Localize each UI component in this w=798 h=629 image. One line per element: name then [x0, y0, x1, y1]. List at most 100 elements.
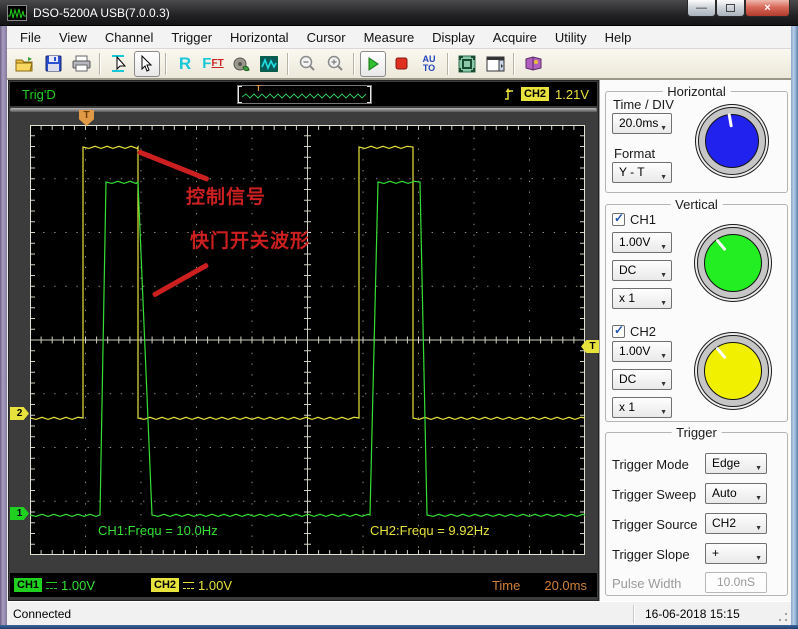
start-button[interactable]: [360, 50, 386, 77]
ch1-badge[interactable]: CH1: [14, 578, 43, 592]
ch1-enable-row: CH1: [612, 211, 657, 227]
stop-button[interactable]: [388, 51, 414, 77]
ch1-volts-select[interactable]: 1.00V: [612, 232, 672, 257]
r-icon: R: [178, 53, 192, 73]
time-div-select[interactable]: 20.0ms: [612, 113, 672, 138]
waveform-preview[interactable]: T: [237, 84, 372, 104]
preview-bracket-left: [238, 86, 242, 103]
minimize-button[interactable]: —: [687, 0, 716, 17]
trigger-sweep-select[interactable]: Auto: [705, 483, 767, 508]
ch1-volts-per-div: 1.00V: [61, 577, 95, 593]
menu-utility[interactable]: Utility: [546, 27, 596, 48]
pointer-button[interactable]: [134, 50, 160, 77]
ch2-badge[interactable]: CH2: [151, 578, 180, 592]
resize-grip[interactable]: [778, 612, 788, 622]
ch2-position-knob[interactable]: [697, 335, 769, 407]
trigger-sweep-label: Trigger Sweep: [612, 487, 697, 502]
save-floppy-icon: [45, 55, 61, 72]
menu-display[interactable]: Display: [423, 27, 484, 48]
trigger-mode-label: Trigger Mode: [612, 457, 689, 472]
waveform-screen-icon: [260, 55, 278, 72]
r-mode-button[interactable]: R: [172, 51, 198, 77]
save-button[interactable]: [40, 51, 66, 77]
pulse-width-input[interactable]: 10.0nS: [705, 572, 767, 593]
menu-help[interactable]: Help: [596, 27, 641, 48]
vertical-group-title: Vertical: [670, 197, 723, 212]
zoom-out-icon: [299, 55, 315, 71]
preview-trigger-marker: T: [256, 84, 261, 93]
time-div-label: Time / DIV: [613, 97, 674, 112]
menu-acquire[interactable]: Acquire: [484, 27, 546, 48]
open-file-button[interactable]: [12, 51, 38, 77]
title-bar[interactable]: DSO-5200A USB(7.0.0.3) — ×: [0, 0, 798, 26]
ch2-knob-face: [704, 342, 762, 400]
toolbar-separator: [165, 52, 167, 75]
trigger-slope-label: Trigger Slope: [612, 547, 690, 562]
menu-horizontal[interactable]: Horizontal: [221, 27, 298, 48]
ch2-checkbox-label: CH2: [630, 324, 657, 339]
fit-screen-icon: [458, 55, 476, 72]
menu-measure[interactable]: Measure: [355, 27, 424, 48]
connection-status: Connected: [13, 607, 72, 621]
menu-channel[interactable]: Channel: [96, 27, 162, 48]
trigger-channel-badge: CH2: [521, 87, 550, 101]
trigger-status: Trig'D: [22, 86, 56, 102]
maximize-button[interactable]: [716, 0, 745, 17]
fit-screen-button[interactable]: [454, 51, 480, 77]
ch2-probe-select[interactable]: x 1: [612, 397, 672, 422]
status-divider: [633, 605, 635, 623]
menu-cursor[interactable]: Cursor: [298, 27, 355, 48]
waveform-canvas: [29, 125, 586, 555]
trigger-level-value: 1.21V: [555, 86, 589, 102]
film-reel-icon: [233, 57, 250, 71]
splitter-ridge[interactable]: [10, 108, 597, 112]
ch1-position-knob[interactable]: [697, 227, 769, 299]
panel-layout-button[interactable]: [482, 51, 508, 77]
preview-bracket-right: [367, 86, 371, 103]
autoset-button[interactable]: AUTO: [416, 51, 442, 77]
toolbar-separator: [287, 52, 289, 75]
ch1-coupling-select[interactable]: DC: [612, 260, 672, 285]
zoom-in-button[interactable]: [322, 51, 348, 77]
menu-file[interactable]: File: [11, 27, 50, 48]
toolbar: R F FT AUTO: [7, 49, 791, 80]
ch1-enable-checkbox[interactable]: [612, 211, 625, 226]
zoom-out-button[interactable]: [294, 51, 320, 77]
horizontal-position-knob[interactable]: [698, 107, 766, 175]
menu-view[interactable]: View: [50, 27, 96, 48]
close-button[interactable]: ×: [745, 0, 790, 17]
trigger-source-label: Trigger Source: [612, 517, 698, 532]
trigger-slope-select[interactable]: +: [705, 543, 767, 568]
pulse-width-label: Pulse Width: [612, 576, 682, 591]
toolbar-separator: [353, 52, 355, 75]
stop-icon: [395, 57, 407, 70]
ch2-coupling-icon: [183, 581, 195, 589]
ch2-frequency-readout: CH2:Frequ = 9.92Hz: [370, 523, 490, 538]
record-button[interactable]: [228, 51, 254, 77]
ch2-coupling-select[interactable]: DC: [612, 369, 672, 394]
print-button[interactable]: [68, 51, 94, 77]
ch1-frequency-readout: CH1:Frequ = 10.0Hz: [98, 523, 218, 538]
trigger-group-title: Trigger: [671, 425, 722, 440]
ch1-probe-select[interactable]: x 1: [612, 288, 672, 313]
ch1-checkbox-label: CH1: [630, 212, 657, 227]
display-mode-button[interactable]: [256, 51, 282, 77]
layout-icon: [486, 56, 504, 71]
fft-button[interactable]: F FT: [200, 51, 226, 77]
help-book-button[interactable]: [520, 51, 546, 77]
datetime-status: 16-06-2018 15:15: [645, 607, 740, 621]
fft-icon: F: [202, 55, 212, 72]
ch2-enable-checkbox[interactable]: [612, 323, 625, 338]
ch2-volts-select[interactable]: 1.00V: [612, 341, 672, 366]
toolbar-separator: [99, 52, 101, 75]
crosshair-cursor-icon: [112, 54, 127, 72]
window-border-bottom: [0, 625, 798, 629]
trigger-mode-select[interactable]: Edge: [705, 453, 767, 478]
cursor-measure-button[interactable]: [106, 51, 132, 77]
book-icon: [525, 56, 541, 71]
oscilloscope-display[interactable]: 控制信号 快门开关波形 CH1:Frequ = 10.0Hz CH2:Frequ…: [29, 125, 586, 555]
trigger-source-select[interactable]: CH2: [705, 513, 767, 538]
menu-trigger[interactable]: Trigger: [162, 27, 221, 48]
ch2-volts-per-div: 1.00V: [198, 577, 232, 593]
format-select[interactable]: Y - T: [612, 162, 672, 187]
